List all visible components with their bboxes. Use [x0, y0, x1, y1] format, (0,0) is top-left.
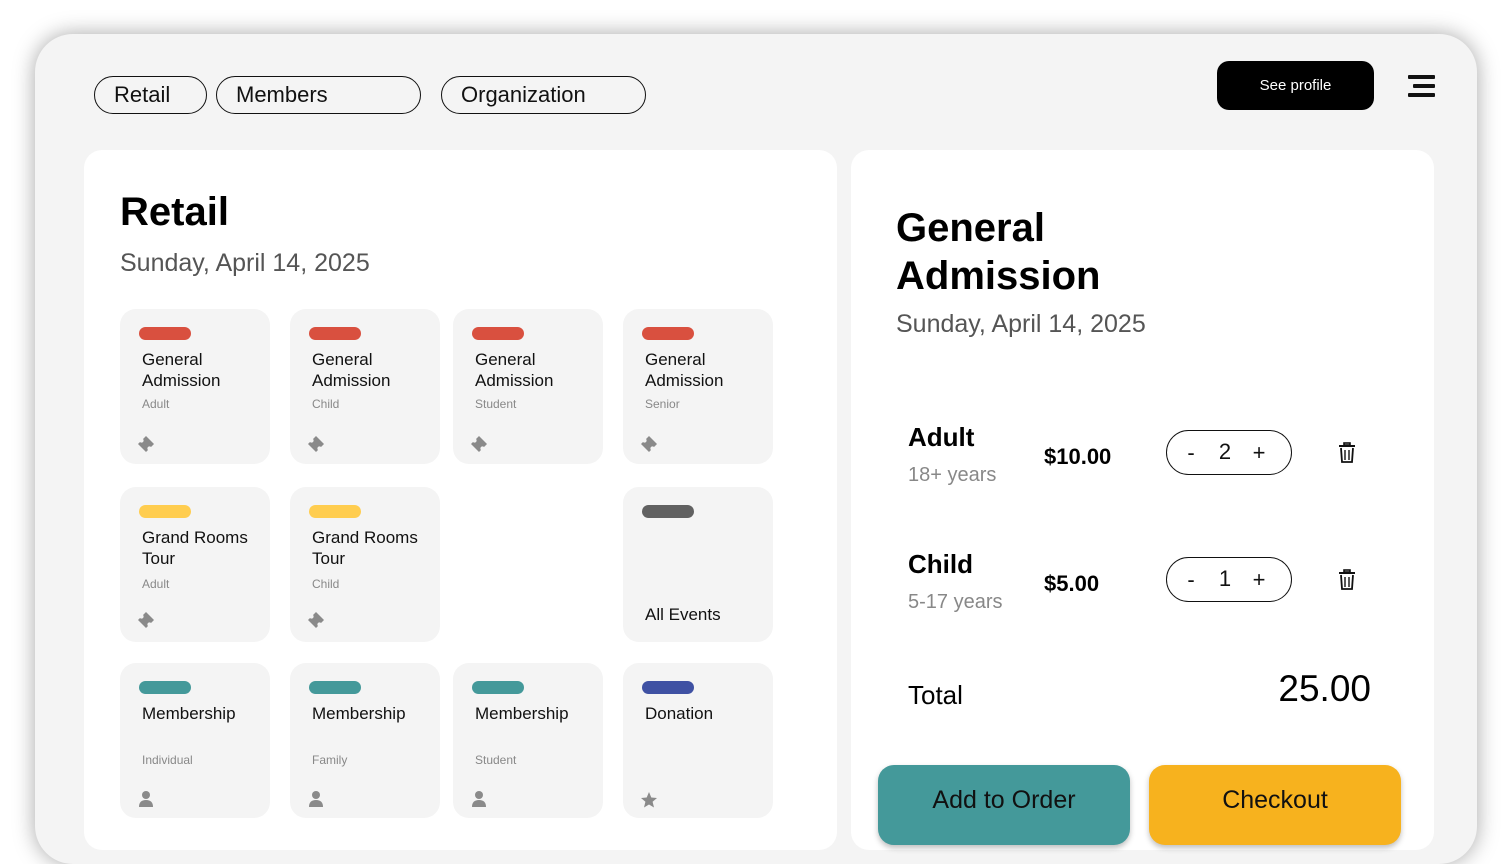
category-color-bar — [472, 327, 524, 340]
tile-general-admission-child[interactable]: General Admission Child — [290, 309, 440, 464]
person-icon — [139, 791, 153, 807]
checkout-button[interactable]: Checkout — [1149, 765, 1401, 845]
category-color-bar — [139, 327, 191, 340]
tile-title: Grand Rooms Tour — [142, 528, 248, 568]
tile-subtitle: Family — [312, 753, 348, 767]
quantity-stepper: - 1 + — [1166, 557, 1292, 602]
star-icon — [641, 792, 657, 808]
tile-subtitle: Adult — [142, 397, 170, 411]
quantity-value: 2 — [1218, 439, 1232, 464]
tile-title: Grand Rooms Tour — [312, 528, 418, 568]
ticket-icon — [138, 436, 154, 452]
tile-title: Membership — [475, 704, 569, 723]
ticket-icon — [138, 612, 154, 628]
category-color-bar — [309, 505, 361, 518]
retail-title: Retail — [120, 190, 229, 234]
hamburger-menu-icon[interactable] — [1408, 75, 1435, 99]
category-color-bar — [309, 327, 361, 340]
tile-title: General Admission — [645, 350, 724, 390]
see-profile-button[interactable]: See profile — [1217, 61, 1374, 110]
ticket-icon — [308, 612, 324, 628]
tile-membership-student[interactable]: Membership Student — [453, 663, 603, 818]
quantity-stepper: - 2 + — [1166, 430, 1292, 475]
tile-subtitle: Child — [312, 577, 340, 591]
increment-button[interactable]: + — [1249, 440, 1269, 466]
tile-title: General Admission — [142, 350, 221, 390]
person-icon — [472, 791, 486, 807]
add-to-order-button[interactable]: Add to Order — [878, 765, 1130, 845]
tile-all-events[interactable]: All Events — [623, 487, 773, 642]
tile-title: General Admission — [475, 350, 554, 390]
tile-general-admission-student[interactable]: General Admission Student — [453, 309, 603, 464]
ticket-icon — [471, 436, 487, 452]
line-item-price: $5.00 — [1044, 571, 1100, 596]
category-color-bar — [642, 681, 694, 694]
tile-general-admission-adult[interactable]: General Admission Adult — [120, 309, 270, 464]
decrement-button[interactable]: - — [1181, 567, 1201, 593]
quantity-value: 1 — [1218, 566, 1232, 591]
order-title: General Admission — [896, 206, 1101, 298]
trash-icon[interactable] — [1337, 569, 1357, 591]
total-value: 25.00 — [1278, 668, 1371, 709]
tile-subtitle: Adult — [142, 577, 170, 591]
total-label: Total — [908, 680, 963, 710]
decrement-button[interactable]: - — [1181, 440, 1201, 466]
tile-subtitle: Student — [475, 397, 517, 411]
person-icon — [309, 791, 323, 807]
tile-title: All Events — [645, 605, 721, 624]
line-item-name: Adult — [908, 422, 975, 452]
tile-donation[interactable]: Donation — [623, 663, 773, 818]
tile-grand-rooms-tour-adult[interactable]: Grand Rooms Tour Adult — [120, 487, 270, 642]
retail-date: Sunday, April 14, 2025 — [120, 249, 370, 277]
tile-title: Membership — [142, 704, 236, 723]
tile-title: Membership — [312, 704, 406, 723]
tile-general-admission-senior[interactable]: General Admission Senior — [623, 309, 773, 464]
ticket-icon — [641, 436, 657, 452]
tile-subtitle: Senior — [645, 397, 680, 411]
tab-members[interactable]: Members — [216, 76, 421, 114]
category-color-bar — [139, 505, 191, 518]
tile-title: General Admission — [312, 350, 391, 390]
category-color-bar — [642, 505, 694, 518]
tab-organization[interactable]: Organization — [441, 76, 646, 114]
tile-subtitle: Individual — [142, 753, 193, 767]
category-color-bar — [139, 681, 191, 694]
tile-subtitle: Child — [312, 397, 340, 411]
tile-membership-individual[interactable]: Membership Individual — [120, 663, 270, 818]
tile-title: Donation — [645, 704, 714, 723]
ticket-icon — [308, 436, 324, 452]
tile-membership-family[interactable]: Membership Family — [290, 663, 440, 818]
line-item-age: 5-17 years — [908, 591, 1003, 613]
category-color-bar — [472, 681, 524, 694]
tile-grand-rooms-tour-child[interactable]: Grand Rooms Tour Child — [290, 487, 440, 642]
line-item-name: Child — [908, 549, 973, 579]
order-date: Sunday, April 14, 2025 — [896, 310, 1146, 338]
increment-button[interactable]: + — [1249, 567, 1269, 593]
tab-retail[interactable]: Retail — [94, 76, 207, 114]
line-item-price: $10.00 — [1044, 444, 1112, 469]
category-color-bar — [642, 327, 694, 340]
tile-subtitle: Student — [475, 753, 517, 767]
trash-icon[interactable] — [1337, 442, 1357, 464]
line-item-age: 18+ years — [908, 464, 997, 486]
category-color-bar — [309, 681, 361, 694]
